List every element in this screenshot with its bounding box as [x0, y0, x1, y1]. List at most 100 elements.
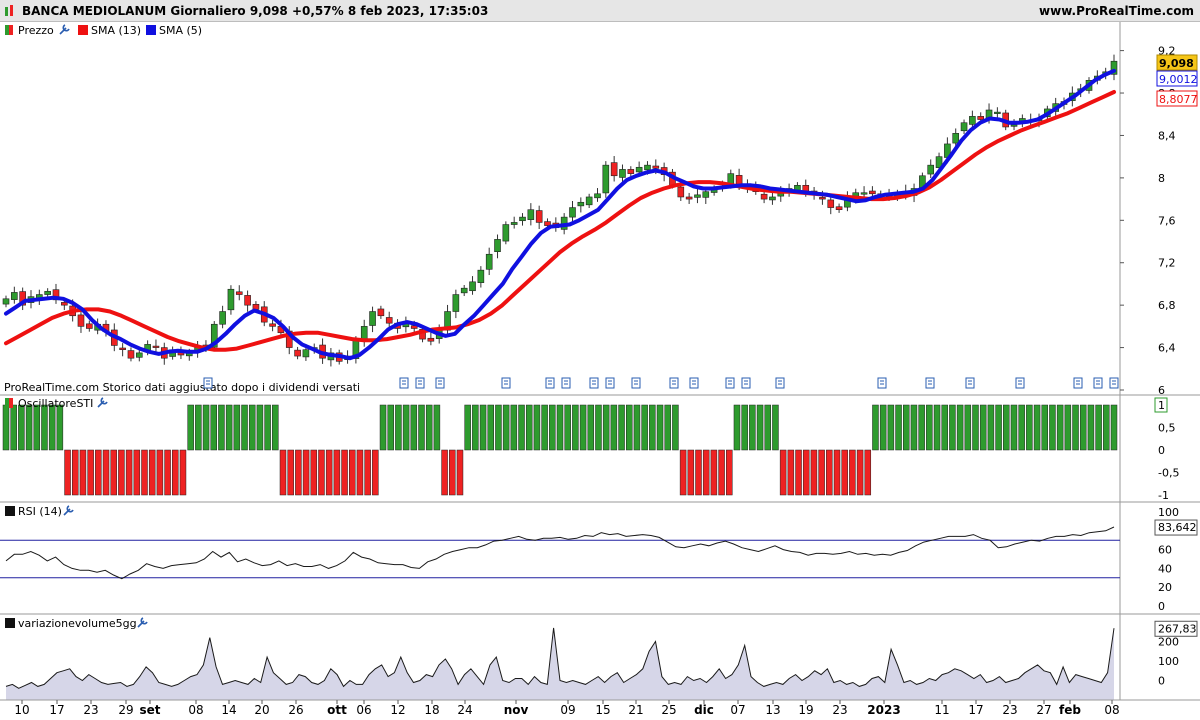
- candle-body: [460, 287, 468, 294]
- candle-body: [585, 196, 593, 206]
- document-icon[interactable]: [1015, 377, 1025, 389]
- candle-body: [219, 311, 226, 325]
- oscillator-bar: [179, 449, 187, 496]
- document-icon[interactable]: [925, 377, 935, 389]
- oscillator-bar: [141, 449, 148, 496]
- candle-body: [602, 164, 610, 194]
- oscillator-bar: [933, 404, 941, 451]
- candle-body: [994, 111, 1001, 114]
- x-tick-label: ott: [327, 703, 347, 717]
- oscillator-bar: [33, 404, 41, 451]
- document-icon[interactable]: [877, 377, 887, 389]
- oscillator-last-label: 1: [1158, 399, 1165, 412]
- oscillator-bar: [979, 404, 987, 451]
- oscillator-bar: [1103, 404, 1110, 451]
- oscillator-bar: [518, 404, 525, 451]
- oscillator-bar: [595, 404, 602, 451]
- wrench-icon[interactable]: [63, 505, 74, 516]
- rsi-legend-label: RSI (14): [18, 505, 62, 518]
- x-tick-label: 29: [118, 703, 133, 717]
- oscillator-bar: [810, 449, 818, 496]
- candle-body: [452, 294, 460, 312]
- document-icon[interactable]: [435, 377, 445, 389]
- price-tick-label: 6,4: [1158, 342, 1176, 355]
- document-icon[interactable]: [545, 377, 555, 389]
- document-icon[interactable]: [741, 377, 751, 389]
- document-icon[interactable]: [1109, 377, 1119, 389]
- candle-body: [294, 349, 301, 357]
- oscillator-bar: [1079, 404, 1087, 451]
- document-icon-frame: [1073, 377, 1083, 389]
- oscillator-bar: [995, 404, 1002, 451]
- wrench-icon[interactable]: [137, 617, 148, 628]
- oscillator-bar: [849, 449, 856, 496]
- candle-body: [469, 281, 476, 292]
- document-icon[interactable]: [689, 377, 699, 389]
- document-icon[interactable]: [589, 377, 599, 389]
- candle-body: [385, 317, 393, 324]
- oscillator-bar: [525, 404, 533, 451]
- x-tick-label: 14: [221, 703, 236, 717]
- oscillator-bar: [302, 449, 310, 496]
- oscillator-bar: [587, 404, 595, 451]
- oscillator-bar: [618, 404, 625, 451]
- oscillator-bar: [787, 449, 795, 496]
- document-icon[interactable]: [561, 377, 571, 389]
- candle-body: [952, 133, 960, 144]
- x-tick-label: 15: [595, 703, 610, 717]
- x-tick-label: 11: [934, 703, 949, 717]
- candle-body: [727, 173, 735, 185]
- oscillator-bar: [1072, 404, 1079, 451]
- candle-body: [86, 323, 93, 329]
- oscillator-bar: [918, 404, 925, 451]
- candle-body: [44, 291, 51, 295]
- rsi-line: [5, 526, 1115, 580]
- oscillator-legend-swatch-up: [5, 398, 9, 408]
- document-icon-frame: [399, 377, 409, 389]
- oscillator-bar: [379, 404, 387, 451]
- oscillator-bar: [310, 449, 318, 496]
- document-icon-frame: [203, 377, 213, 389]
- document-icon-frame: [1093, 377, 1103, 389]
- candle-body: [127, 350, 135, 359]
- document-icon[interactable]: [415, 377, 425, 389]
- candle-body: [269, 323, 276, 327]
- oscillator-bar: [549, 404, 556, 451]
- document-icon[interactable]: [605, 377, 615, 389]
- oscillator-bar: [541, 404, 548, 451]
- document-icon[interactable]: [725, 377, 735, 389]
- dividend-notice: ProRealTime.com Storico dati aggiustato …: [4, 381, 360, 394]
- oscillator-bar: [395, 404, 402, 451]
- candle-body: [702, 191, 710, 198]
- document-icon[interactable]: [1073, 377, 1083, 389]
- oscillator-bar: [964, 404, 972, 451]
- document-icon[interactable]: [631, 377, 641, 389]
- x-tick-label: 17: [49, 703, 64, 717]
- oscillator-bar: [741, 404, 748, 451]
- oscillator-bar: [802, 449, 810, 496]
- oscillator-bar: [1087, 404, 1095, 451]
- document-icon[interactable]: [1093, 377, 1103, 389]
- document-icon-frame: [725, 377, 735, 389]
- rsi-tick-label: 60: [1158, 544, 1172, 557]
- oscillator-bar: [1056, 404, 1064, 451]
- document-icon[interactable]: [501, 377, 511, 389]
- document-icon[interactable]: [965, 377, 975, 389]
- document-icon[interactable]: [669, 377, 679, 389]
- document-icon[interactable]: [203, 377, 213, 389]
- oscillator-legend-swatch-down: [9, 398, 13, 408]
- wrench-icon[interactable]: [59, 24, 70, 35]
- oscillator-bar: [48, 404, 56, 451]
- price-legend-label: Prezzo: [18, 24, 54, 37]
- oscillator-bar: [1033, 404, 1041, 451]
- oscillator-tick-label: 0,5: [1158, 422, 1176, 435]
- wrench-icon[interactable]: [97, 397, 108, 408]
- document-icon[interactable]: [775, 377, 785, 389]
- candle-body: [652, 165, 660, 169]
- candle-body: [227, 288, 235, 311]
- oscillator-bar: [10, 404, 17, 451]
- oscillator-bar: [356, 449, 364, 496]
- oscillator-bar: [349, 449, 356, 496]
- document-icon[interactable]: [399, 377, 409, 389]
- oscillator-bar: [695, 449, 702, 496]
